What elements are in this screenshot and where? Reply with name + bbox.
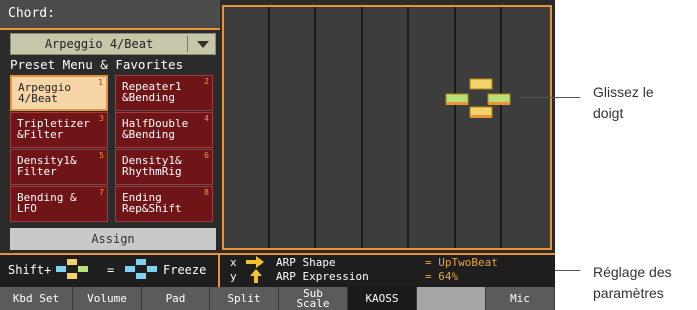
- preset-button-3[interactable]: 3 Tripletizer &Filter: [10, 112, 108, 148]
- grid-line: [407, 7, 409, 248]
- up-arrow-icon: [250, 269, 262, 283]
- chord-header: Chord:: [0, 0, 220, 28]
- preset-button-4[interactable]: 4 HalfDouble &Bending: [115, 112, 213, 148]
- preset-button-2[interactable]: 2 Repeater1 &Bending: [115, 75, 213, 111]
- touch-point-icon: [445, 78, 511, 118]
- preset-number: 6: [204, 151, 209, 160]
- section-separator: [218, 255, 220, 287]
- preset-number: 1: [98, 78, 103, 87]
- freeze-icon: [125, 259, 157, 279]
- preset-label: Bending & LFO: [17, 191, 77, 215]
- preset-number: 7: [99, 188, 104, 197]
- assign-button[interactable]: Assign: [10, 228, 216, 250]
- preset-button-1[interactable]: 1 Arpeggio 4/Beat: [10, 75, 108, 111]
- preset-number: 2: [204, 77, 209, 86]
- tab-split[interactable]: Split: [210, 287, 279, 310]
- preset-label: Ending Rep&Shift: [122, 191, 182, 215]
- parameter-divider: [0, 253, 555, 255]
- x-parameter-value[interactable]: = UpTwoBeat: [425, 256, 498, 269]
- tab-kaoss[interactable]: KAOSS: [348, 287, 417, 310]
- preset-number: 3: [99, 114, 104, 123]
- kaoss-screen: Chord: Arpeggio 4/Beat Preset Menu & Fav…: [0, 0, 555, 310]
- y-parameter-value[interactable]: = 64%: [425, 270, 458, 283]
- preset-button-8[interactable]: 8 Ending Rep&Shift: [115, 186, 213, 222]
- x-parameter-name: ARP Shape: [276, 256, 336, 269]
- chevron-down-icon[interactable]: [193, 35, 213, 53]
- shift-label: Shift+: [8, 263, 52, 277]
- preset-number: 4: [204, 114, 209, 123]
- tab-sub-scale[interactable]: Sub Scale: [279, 287, 348, 310]
- freeze-label: Freeze: [163, 263, 207, 277]
- tab-pad[interactable]: Pad: [142, 287, 210, 310]
- callout-drag-finger: Glissez le doigt: [593, 84, 654, 121]
- tab-kbd-set[interactable]: Kbd Set: [0, 287, 73, 310]
- dropdown-divider: [187, 36, 188, 52]
- preset-button-6[interactable]: 6 Density1& RhythmRig: [115, 149, 213, 185]
- header-divider: [0, 28, 220, 30]
- kaoss-xy-pad[interactable]: [222, 5, 552, 250]
- preset-number: 8: [204, 188, 209, 197]
- preset-label: Arpeggio 4/Beat: [18, 81, 71, 105]
- tab-mic[interactable]: Mic: [486, 287, 555, 310]
- callout-parameter-setting: Réglage des paramètres: [593, 264, 672, 301]
- preset-label: HalfDouble &Bending: [122, 117, 189, 141]
- preset-button-7[interactable]: 7 Bending & LFO: [10, 186, 108, 222]
- grid-line: [268, 7, 270, 248]
- preset-dropdown[interactable]: Arpeggio 4/Beat: [10, 33, 216, 55]
- preset-section-label: Preset Menu & Favorites: [10, 57, 184, 72]
- preset-number: 5: [99, 151, 104, 160]
- y-parameter-name: ARP Expression: [276, 270, 369, 283]
- grid-line: [361, 7, 363, 248]
- equals-sign: =: [107, 263, 115, 277]
- x-axis-label: x: [230, 256, 237, 269]
- tab-volume[interactable]: Volume: [73, 287, 142, 310]
- dropdown-value: Arpeggio 4/Beat: [44, 37, 154, 51]
- callout-line-bottom: [555, 270, 580, 271]
- callout-line-top: [520, 97, 580, 98]
- preset-label: Tripletizer &Filter: [17, 117, 90, 141]
- tab-empty[interactable]: [417, 287, 486, 310]
- preset-label: Density1& RhythmRig: [122, 154, 182, 178]
- preset-button-5[interactable]: 5 Density1& Filter: [10, 149, 108, 185]
- grid-line: [314, 7, 316, 248]
- y-axis-label: y: [230, 270, 237, 283]
- preset-label: Density1& Filter: [17, 154, 77, 178]
- preset-label: Repeater1 &Bending: [122, 80, 182, 104]
- finger-drag-icon: [56, 259, 88, 279]
- right-arrow-icon: [246, 256, 264, 268]
